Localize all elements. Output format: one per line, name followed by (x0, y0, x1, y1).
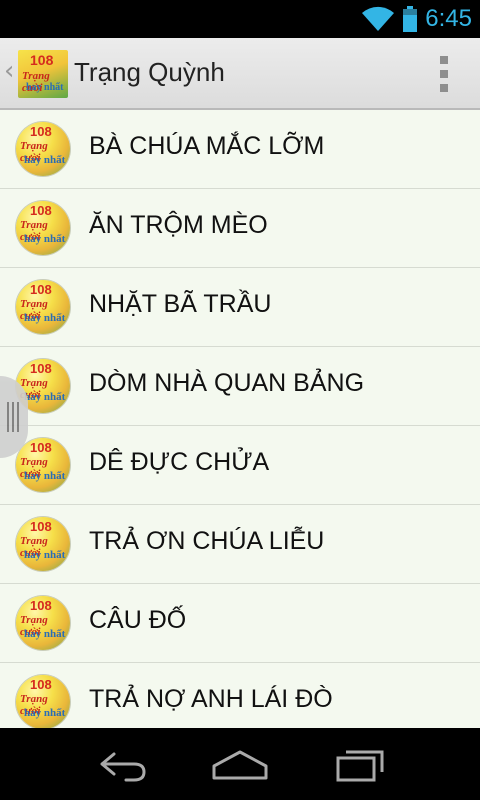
list-item[interactable]: 108 Trạng cười hay nhất DÊ ĐỰC CHỬA (0, 426, 480, 505)
story-thumbnail: 108 Trạng cười hay nhất (16, 201, 70, 255)
status-bar: 6:45 (0, 0, 480, 38)
list-item-label: DÒM NHÀ QUAN BẢNG (89, 369, 365, 397)
app-logo[interactable]: 108 Trạng cười hay nhất (18, 50, 68, 98)
story-thumbnail: 108 Trạng cười hay nhất (16, 122, 70, 176)
list-item-label: DÊ ĐỰC CHỬA (89, 448, 270, 476)
list-item[interactable]: 108 Trạng cười hay nhất NHẶT BÃ TRẦU (0, 268, 480, 347)
navigation-bar (0, 728, 480, 800)
story-thumbnail: 108 Trạng cười hay nhất (16, 517, 70, 571)
list-item[interactable]: 108 Trạng cười hay nhất BÀ CHÚA MẮC LỠM (0, 110, 480, 189)
overflow-menu-icon[interactable] (438, 56, 450, 92)
story-list: 108 Trạng cười hay nhất BÀ CHÚA MẮC LỠM 10… (0, 110, 480, 728)
list-item-label: TRẢ ƠN CHÚA LIỄU (89, 527, 325, 555)
page-title: Trạng Quỳnh (74, 57, 225, 87)
story-thumbnail: 108 Trạng cười hay nhất (16, 438, 70, 492)
story-thumbnail: 108 Trạng cười hay nhất (16, 280, 70, 334)
list-item[interactable]: 108 Trạng cười hay nhất ĂN TRỘM MÈO (0, 189, 480, 268)
story-thumbnail: 108 Trạng cười hay nhất (16, 596, 70, 650)
back-icon[interactable] (88, 742, 152, 786)
wifi-icon (362, 6, 395, 31)
logo-line2: hay nhất (26, 82, 64, 93)
list-item-label: TRẢ NỢ ANH LÁI ĐÒ (89, 685, 333, 713)
list-item-label: ĂN TRỘM MÈO (89, 211, 268, 239)
home-icon[interactable] (208, 742, 272, 786)
recent-apps-icon[interactable] (328, 742, 392, 786)
battery-icon (403, 6, 418, 32)
list-item-label: BÀ CHÚA MẮC LỠM (89, 132, 325, 160)
list-item[interactable]: 108 Trạng cười hay nhất TRẢ NỢ ANH LÁI ĐÒ (0, 663, 480, 728)
story-thumbnail: 108 Trạng cười hay nhất (16, 675, 70, 728)
logo-number: 108 (30, 52, 54, 68)
status-time: 6:45 (425, 5, 472, 32)
list-item[interactable]: 108 Trạng cười hay nhất TRẢ ƠN CHÚA LIỄU (0, 505, 480, 584)
list-item[interactable]: 108 Trạng cười hay nhất DÒM NHÀ QUAN BẢNG (0, 347, 480, 426)
list-item[interactable]: 108 Trạng cười hay nhất CÂU ĐỐ (0, 584, 480, 663)
chevron-left-icon[interactable]: ‹ (4, 56, 14, 86)
action-bar: ‹ 108 Trạng cười hay nhất Trạng Quỳnh (0, 38, 480, 110)
status-icons: 6:45 (361, 4, 472, 34)
list-item-label: CÂU ĐỐ (89, 606, 187, 634)
list-item-label: NHẶT BÃ TRẦU (89, 290, 272, 318)
